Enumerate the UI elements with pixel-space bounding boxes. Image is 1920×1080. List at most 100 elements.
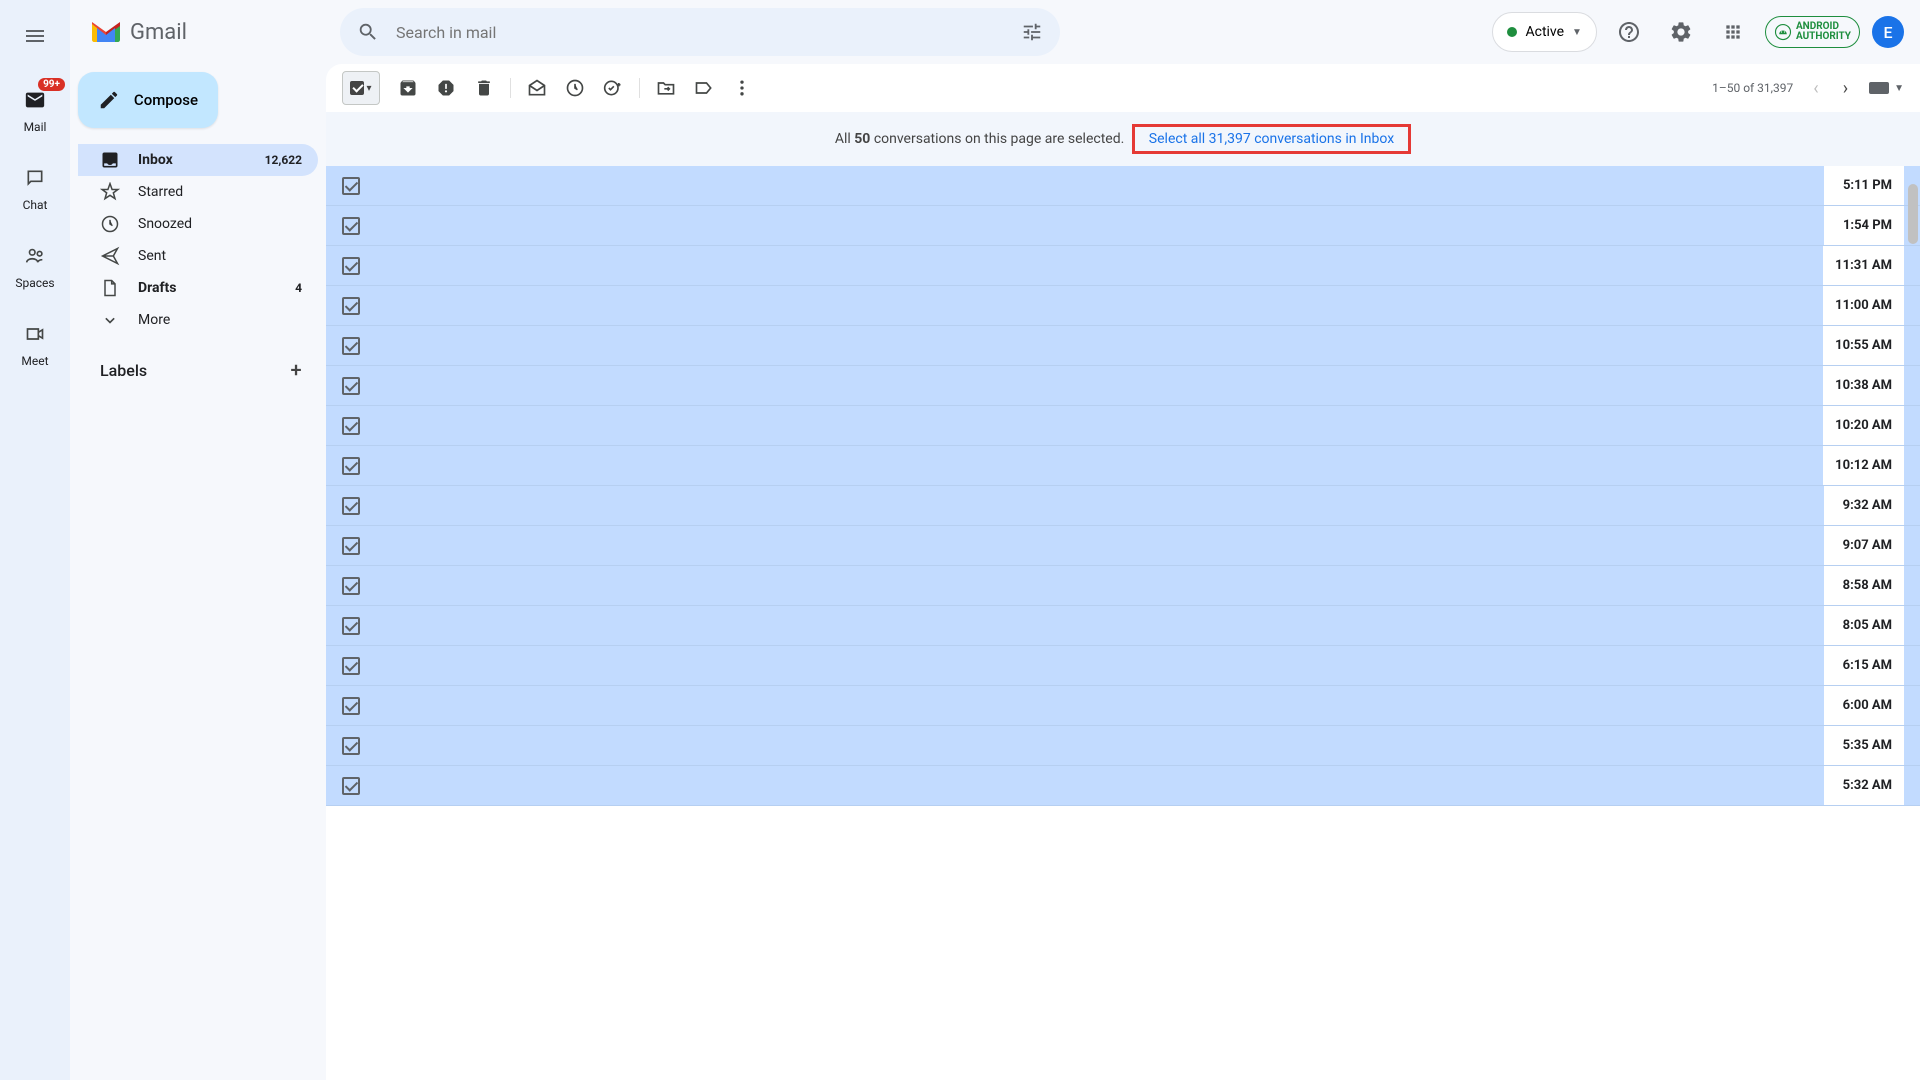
row-checkbox[interactable]: [342, 217, 360, 235]
header: Gmail Active ▼ ANDROIDAUTHORITY E: [70, 0, 1920, 64]
sidebar-item-label: Sent: [138, 248, 166, 264]
label-icon: [694, 78, 714, 98]
android-icon: [1774, 23, 1792, 41]
mail-row[interactable]: 10:12 AM: [326, 446, 1920, 486]
archive-icon: [398, 78, 418, 98]
row-checkbox[interactable]: [342, 337, 360, 355]
mail-time: 10:20 AM: [1823, 406, 1904, 445]
row-checkbox[interactable]: [342, 497, 360, 515]
gmail-logo[interactable]: Gmail: [86, 20, 324, 45]
status-chip[interactable]: Active ▼: [1492, 12, 1596, 52]
sidebar-item-sent[interactable]: Sent: [78, 240, 318, 272]
mail-row[interactable]: 6:00 AM: [326, 686, 1920, 726]
report-spam-button[interactable]: [436, 78, 456, 98]
mail-row[interactable]: 9:07 AM: [326, 526, 1920, 566]
select-all-checkbox[interactable]: ▾: [342, 71, 380, 105]
row-checkbox[interactable]: [342, 177, 360, 195]
archive-button[interactable]: [398, 78, 418, 98]
mail-time: 1:54 PM: [1824, 206, 1904, 245]
mail-time: 10:12 AM: [1823, 446, 1904, 485]
mail-time: 5:32 AM: [1824, 766, 1904, 805]
mail-list[interactable]: 5:11 PM1:54 PM11:31 AM11:00 AM10:55 AM10…: [326, 166, 1920, 1080]
rail-mail[interactable]: 99+ Mail: [0, 80, 70, 138]
search-input[interactable]: [388, 23, 1012, 42]
mail-row[interactable]: 5:32 AM: [326, 766, 1920, 806]
search-button[interactable]: [348, 12, 388, 52]
move-to-button[interactable]: [656, 78, 676, 98]
row-checkbox[interactable]: [342, 417, 360, 435]
mail-time: 5:35 AM: [1824, 726, 1904, 765]
sidebar-item-snoozed[interactable]: Snoozed: [78, 208, 318, 240]
gear-icon: [1669, 20, 1693, 44]
mail-row[interactable]: 10:20 AM: [326, 406, 1920, 446]
select-all-conversations-link[interactable]: Select all 31,397 conversations in Inbox: [1141, 127, 1402, 151]
mail-row[interactable]: 11:31 AM: [326, 246, 1920, 286]
labels-button[interactable]: [694, 78, 714, 98]
hamburger-icon: [23, 24, 47, 48]
apps-icon: [1723, 22, 1743, 42]
mail-row[interactable]: 5:11 PM: [326, 166, 1920, 206]
mail-row[interactable]: 10:38 AM: [326, 366, 1920, 406]
sidebar-item-count: 4: [295, 281, 302, 295]
row-checkbox[interactable]: [342, 457, 360, 475]
apps-button[interactable]: [1713, 12, 1753, 52]
sidebar-item-label: Inbox: [138, 152, 173, 168]
sidebar-item-more[interactable]: More: [78, 304, 318, 336]
rail-spaces[interactable]: Spaces: [0, 236, 70, 294]
row-checkbox[interactable]: [342, 697, 360, 715]
delete-button[interactable]: [474, 78, 494, 98]
scrollbar[interactable]: [1908, 184, 1918, 244]
mail-time: 8:05 AM: [1824, 606, 1904, 645]
highlight-annotation: Select all 31,397 conversations in Inbox: [1132, 124, 1411, 154]
inbox-icon: [100, 150, 120, 170]
row-checkbox[interactable]: [342, 257, 360, 275]
mail-row[interactable]: 8:05 AM: [326, 606, 1920, 646]
sidebar-item-starred[interactable]: Starred: [78, 176, 318, 208]
search-options-button[interactable]: [1012, 12, 1052, 52]
sidebar-item-label: Snoozed: [138, 216, 192, 232]
mail-row[interactable]: 11:00 AM: [326, 286, 1920, 326]
row-checkbox[interactable]: [342, 377, 360, 395]
rail-chat[interactable]: Chat: [0, 158, 70, 216]
sidebar-item-count: 12,622: [265, 153, 302, 167]
mail-row[interactable]: 6:15 AM: [326, 646, 1920, 686]
support-button[interactable]: [1609, 12, 1649, 52]
mark-read-button[interactable]: [527, 78, 547, 98]
mail-row[interactable]: 10:55 AM: [326, 326, 1920, 366]
row-checkbox[interactable]: [342, 297, 360, 315]
mail-badge: 99+: [38, 78, 65, 91]
gmail-logo-text: Gmail: [130, 20, 187, 45]
more-button[interactable]: [732, 78, 752, 98]
add-label-button[interactable]: +: [282, 356, 310, 384]
row-checkbox[interactable]: [342, 657, 360, 675]
mail-time: 9:32 AM: [1824, 486, 1904, 525]
input-mode-button[interactable]: ▼: [1868, 81, 1904, 95]
compose-button[interactable]: Compose: [78, 72, 218, 128]
toolbar: ▾ 1–50 of 31,397: [326, 64, 1920, 112]
mail-row[interactable]: 9:32 AM: [326, 486, 1920, 526]
account-avatar[interactable]: E: [1872, 16, 1904, 48]
mail-row[interactable]: 8:58 AM: [326, 566, 1920, 606]
row-checkbox[interactable]: [342, 777, 360, 795]
row-checkbox[interactable]: [342, 737, 360, 755]
row-checkbox[interactable]: [342, 537, 360, 555]
snooze-button[interactable]: [565, 78, 585, 98]
mail-time: 8:58 AM: [1824, 566, 1904, 605]
row-checkbox[interactable]: [342, 617, 360, 635]
keyboard-icon: [1868, 81, 1890, 95]
mail-row[interactable]: 5:35 AM: [326, 726, 1920, 766]
main-menu-button[interactable]: [11, 12, 59, 60]
settings-button[interactable]: [1661, 12, 1701, 52]
rail-meet[interactable]: Meet: [0, 314, 70, 372]
sidebar-item-label: Drafts: [138, 280, 176, 296]
row-checkbox[interactable]: [342, 577, 360, 595]
task-icon: [603, 78, 623, 98]
mail-row[interactable]: 1:54 PM: [326, 206, 1920, 246]
sidebar-item-inbox[interactable]: Inbox 12,622: [78, 144, 318, 176]
chevron-icon: [100, 310, 120, 330]
prev-page-button[interactable]: ‹: [1809, 78, 1822, 99]
pagination-text: 1–50 of 31,397: [1712, 81, 1793, 95]
sidebar-item-drafts[interactable]: Drafts 4: [78, 272, 318, 304]
next-page-button[interactable]: ›: [1839, 78, 1852, 99]
add-task-button[interactable]: [603, 78, 623, 98]
